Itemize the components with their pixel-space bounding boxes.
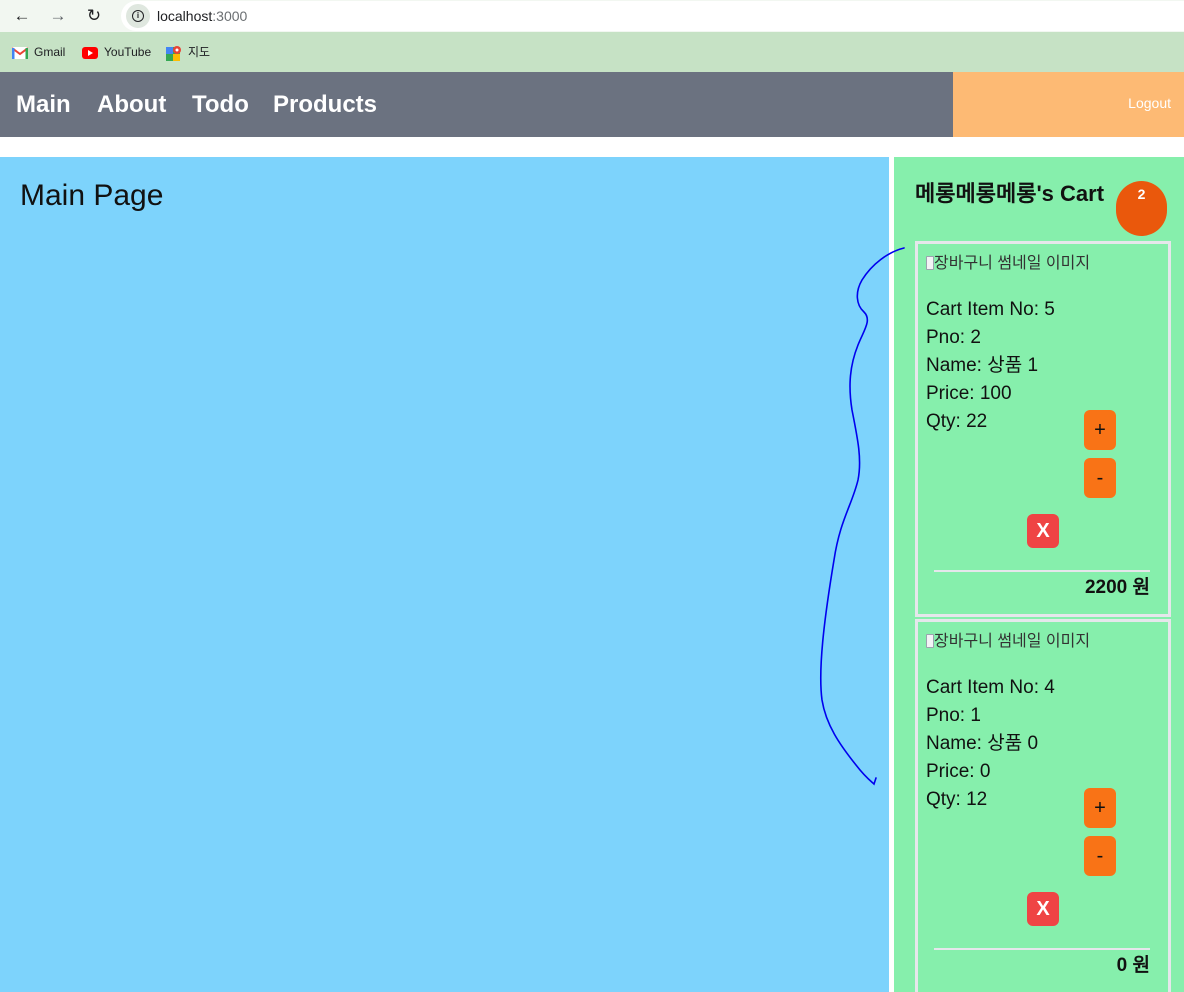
site-info-icon[interactable]: i <box>126 4 150 28</box>
cart-item-no: Cart Item No: 4 <box>926 677 1055 698</box>
main-nav: Main About Todo Products <box>0 72 953 137</box>
decrease-qty-button[interactable]: - <box>1084 458 1116 498</box>
maps-icon <box>166 45 182 61</box>
cart-item: 장바구니 썸네일 이미지 Cart Item No: 5 Pno: 2 Name… <box>915 241 1171 617</box>
page-title: Main Page <box>20 179 164 212</box>
bookmark-youtube[interactable]: YouTube <box>82 43 151 61</box>
cart-panel: 메롱메롱메롱's Cart 2 장바구니 썸네일 이미지 Cart Item N… <box>894 157 1184 992</box>
cart-item-thumbnail: 장바구니 썸네일 이미지 <box>926 631 1090 653</box>
address-bar[interactable]: i localhost:3000 <box>121 1 1184 31</box>
cart-item-qty: Qty: 12 <box>926 789 988 810</box>
cart-item-price: Price: 0 <box>926 761 991 782</box>
app-header: Main About Todo Products Logout <box>0 72 1184 137</box>
gmail-icon <box>12 46 28 60</box>
bookmark-maps[interactable]: 지도 <box>166 43 210 61</box>
broken-image-icon <box>926 256 934 270</box>
cart-count-badge: 2 <box>1116 181 1167 236</box>
remove-item-button[interactable]: X <box>1027 892 1059 926</box>
bookmark-gmail[interactable]: Gmail <box>12 43 65 61</box>
cart-item-total: 2200 원 <box>1084 577 1150 598</box>
decrease-qty-button[interactable]: - <box>1084 836 1116 876</box>
nav-about[interactable]: About <box>97 90 166 120</box>
auth-area: Logout <box>953 72 1184 137</box>
cart-item-thumbnail: 장바구니 썸네일 이미지 <box>926 253 1090 275</box>
broken-image-icon <box>926 634 934 648</box>
reload-icon[interactable]: ↻ <box>82 4 106 28</box>
increase-qty-button[interactable]: + <box>1084 410 1116 450</box>
cart-item-price: Price: 100 <box>926 383 1012 404</box>
cart-item-qty: Qty: 22 <box>926 411 988 432</box>
cart-item-pno: Pno: 2 <box>926 327 981 348</box>
forward-arrow-icon[interactable]: → <box>46 4 70 28</box>
logout-link[interactable]: Logout <box>1128 95 1171 111</box>
browser-toolbar: ← → ↻ i localhost:3000 <box>0 0 1184 32</box>
item-divider <box>934 948 1150 950</box>
nav-products[interactable]: Products <box>273 90 377 120</box>
url-text: localhost:3000 <box>157 8 248 24</box>
increase-qty-button[interactable]: + <box>1084 788 1116 828</box>
nav-todo[interactable]: Todo <box>192 90 249 120</box>
nav-main[interactable]: Main <box>16 90 71 120</box>
cart-item: 장바구니 썸네일 이미지 Cart Item No: 4 Pno: 1 Name… <box>915 619 1171 992</box>
bookmarks-bar: Gmail YouTube 지도 <box>0 32 1184 72</box>
cart-item-name: Name: 상품 0 <box>926 733 1039 754</box>
back-arrow-icon[interactable]: ← <box>10 4 34 28</box>
item-divider <box>934 570 1150 572</box>
main-content: Main Page <box>0 157 889 992</box>
cart-item-no: Cart Item No: 5 <box>926 299 1055 320</box>
cart-item-name: Name: 상품 1 <box>926 355 1039 376</box>
cart-item-total: 0 원 <box>1116 955 1150 976</box>
cart-title: 메롱메롱메롱's Cart <box>915 181 1105 206</box>
cart-item-pno: Pno: 1 <box>926 705 981 726</box>
youtube-icon <box>82 46 98 60</box>
remove-item-button[interactable]: X <box>1027 514 1059 548</box>
